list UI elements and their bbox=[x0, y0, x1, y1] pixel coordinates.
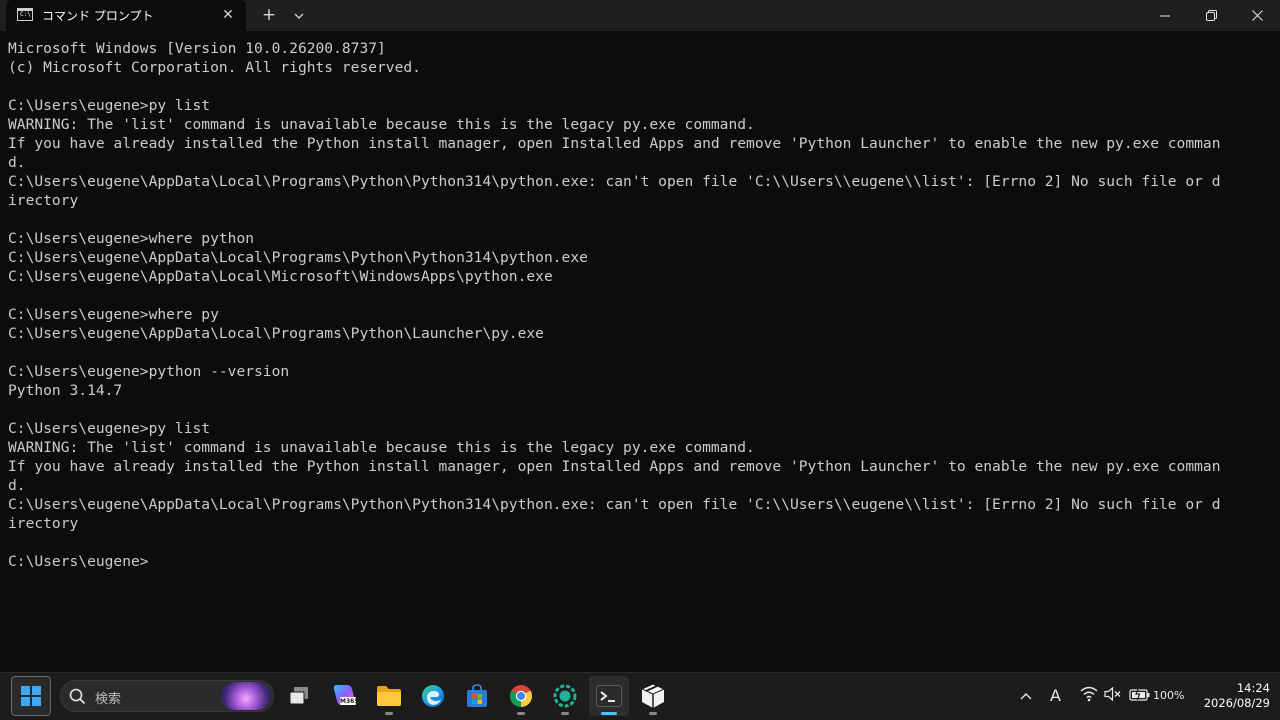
terminal-line: WARNING: The 'list' command is unavailab… bbox=[8, 116, 755, 133]
chevron-down-icon bbox=[294, 13, 304, 19]
task-view-button[interactable] bbox=[279, 676, 319, 716]
chrome-icon bbox=[510, 685, 532, 707]
terminal-line: Python 3.14.7 bbox=[8, 382, 123, 399]
tab-dropdown-button[interactable] bbox=[287, 3, 311, 27]
close-tab-button[interactable]: ✕ bbox=[218, 5, 238, 25]
terminal-line: C:\Users\eugene\AppData\Local\Programs\P… bbox=[8, 325, 544, 342]
store-icon bbox=[467, 684, 487, 707]
volume-muted-icon bbox=[1104, 686, 1121, 702]
search-box[interactable]: 検索 bbox=[60, 680, 274, 712]
task-view-icon bbox=[289, 687, 308, 705]
terminal-line: WARNING: The 'list' command is unavailab… bbox=[8, 439, 755, 456]
terminal-line: irectory bbox=[8, 192, 79, 209]
edge-button[interactable] bbox=[413, 676, 453, 716]
wifi-icon bbox=[1080, 686, 1098, 702]
terminal-line: d. bbox=[8, 477, 26, 494]
running-indicator bbox=[517, 712, 525, 715]
terminal-line: C:\Users\eugene>python --version bbox=[8, 363, 290, 380]
file-explorer-button[interactable] bbox=[369, 676, 409, 716]
ime-indicator[interactable]: A bbox=[1050, 686, 1061, 705]
start-button[interactable] bbox=[11, 676, 51, 716]
chevron-up-icon bbox=[1020, 693, 1032, 700]
terminal-line: C:\Users\eugene\AppData\Local\Programs\P… bbox=[8, 249, 588, 266]
cmd-icon: C:\ bbox=[17, 8, 33, 21]
tab-command-prompt[interactable]: C:\ コマンド プロンプト ✕ bbox=[6, 0, 246, 31]
package-icon bbox=[641, 683, 665, 708]
m365-copilot-button[interactable]: M365 bbox=[325, 676, 365, 716]
title-bar: C:\ コマンド プロンプト ✕ + bbox=[0, 0, 1280, 31]
terminal-line: C:\Users\eugene\AppData\Local\Programs\P… bbox=[8, 173, 1221, 190]
terminal-line: C:\Users\eugene>py list bbox=[8, 420, 211, 437]
restore-icon bbox=[1205, 10, 1217, 21]
minimize-button[interactable] bbox=[1142, 0, 1188, 31]
package-app-button[interactable] bbox=[633, 676, 673, 716]
battery-button[interactable]: 100% bbox=[1129, 684, 1185, 708]
terminal-line: C:\Users\eugene\AppData\Local\Programs\P… bbox=[8, 496, 1221, 513]
terminal-line: Microsoft Windows [Version 10.0.26200.87… bbox=[8, 40, 386, 57]
terminal-line: If you have already installed the Python… bbox=[8, 135, 1221, 152]
terminal-line: C:\Users\eugene\AppData\Local\Microsoft\… bbox=[8, 268, 553, 285]
tab-title: コマンド プロンプト bbox=[42, 9, 154, 23]
app-green-icon bbox=[553, 684, 577, 708]
windows-logo-icon bbox=[21, 686, 41, 706]
terminal-line: C:\Users\eugene>where python bbox=[8, 230, 255, 247]
store-button[interactable] bbox=[457, 676, 497, 716]
terminal-line: irectory bbox=[8, 515, 79, 532]
chrome-button[interactable] bbox=[501, 676, 541, 716]
clock-time: 14:24 bbox=[1236, 681, 1270, 695]
tray-overflow-button[interactable] bbox=[1014, 684, 1038, 708]
clock[interactable]: 14:24 2026/08/29 bbox=[1204, 681, 1270, 711]
file-explorer-icon bbox=[377, 686, 401, 706]
terminal-line: C:\Users\eugene>py list bbox=[8, 97, 211, 114]
new-tab-button[interactable]: + bbox=[257, 3, 281, 27]
close-icon bbox=[1251, 10, 1263, 21]
running-indicator bbox=[385, 712, 393, 715]
active-indicator bbox=[601, 712, 617, 715]
terminal-line: (c) Microsoft Corporation. All rights re… bbox=[8, 59, 421, 76]
search-icon bbox=[69, 688, 86, 705]
terminal-line: If you have already installed the Python… bbox=[8, 458, 1221, 475]
m365-label: M365 bbox=[340, 698, 359, 705]
terminal-line: C:\Users\eugene>where py bbox=[8, 306, 219, 323]
terminal-icon bbox=[596, 685, 622, 707]
terminal-line: d. bbox=[8, 154, 26, 171]
minimize-icon bbox=[1160, 15, 1170, 16]
clock-date: 2026/08/29 bbox=[1203, 696, 1270, 710]
terminal-output[interactable]: Microsoft Windows [Version 10.0.26200.87… bbox=[8, 39, 1270, 669]
battery-percent: 100% bbox=[1153, 689, 1185, 702]
terminal-line: C:\Users\eugene> bbox=[8, 553, 149, 570]
terminal-button[interactable] bbox=[589, 676, 629, 716]
search-highlight-image bbox=[221, 682, 271, 710]
running-indicator bbox=[561, 712, 569, 715]
running-indicator bbox=[649, 712, 657, 715]
edge-icon bbox=[422, 685, 444, 707]
app-green-button[interactable] bbox=[545, 676, 585, 716]
close-window-button[interactable] bbox=[1234, 0, 1280, 31]
volume-button[interactable] bbox=[1104, 686, 1124, 706]
search-placeholder: 検索 bbox=[95, 692, 122, 707]
restore-button[interactable] bbox=[1188, 0, 1234, 31]
network-button[interactable] bbox=[1080, 686, 1100, 706]
battery-charging-icon bbox=[1129, 687, 1150, 701]
